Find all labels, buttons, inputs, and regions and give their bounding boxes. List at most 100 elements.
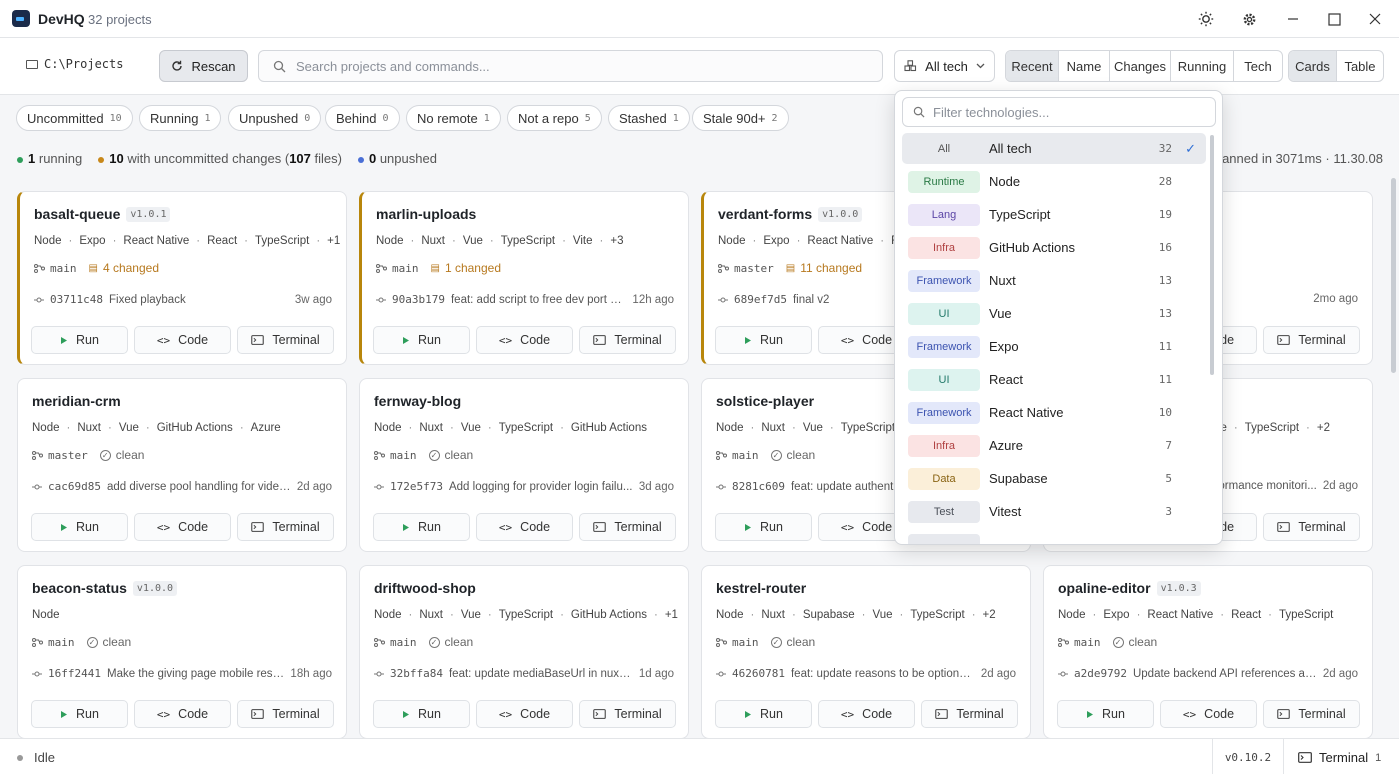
settings-gear-icon[interactable]: [1236, 6, 1262, 32]
terminal-icon: [593, 709, 607, 719]
tech-filter-box[interactable]: [902, 97, 1216, 127]
tech-option[interactable]: UI Vue 13: [902, 298, 1206, 329]
code-button[interactable]: <>Code: [476, 513, 573, 541]
project-name[interactable]: opaline-editor v1.0.3: [1058, 580, 1201, 596]
code-button[interactable]: <>Code: [134, 700, 231, 728]
chip-no-remote[interactable]: No remote 1: [406, 105, 501, 131]
run-button[interactable]: Run: [373, 700, 470, 728]
branch-icon: [32, 450, 43, 460]
project-card[interactable]: opaline-editorv1.0.3 NodeExpoReact Native…: [1043, 565, 1373, 738]
tech-option[interactable]: Infra GitHub Actions 16: [902, 232, 1206, 263]
sort-tech[interactable]: Tech: [1234, 51, 1282, 81]
terminal-button[interactable]: Terminal: [1263, 513, 1360, 541]
code-button[interactable]: <>Code: [134, 513, 231, 541]
terminal-button[interactable]: Terminal: [579, 513, 676, 541]
project-name[interactable]: kestrel-router: [716, 580, 806, 596]
code-icon: <>: [498, 333, 513, 347]
project-name[interactable]: beacon-status v1.0.0: [32, 580, 178, 596]
terminal-button[interactable]: Terminal: [1263, 326, 1360, 354]
chip-stashed[interactable]: Stashed 1: [608, 105, 690, 131]
project-card[interactable]: driftwood-shop NodeNuxtVueTypeScriptGitHu…: [359, 565, 689, 738]
chip-behind[interactable]: Behind 0: [325, 105, 400, 131]
project-name[interactable]: basalt-queue v1.0.1: [34, 206, 171, 222]
project-path[interactable]: C:\Projects: [26, 57, 123, 71]
minimize-icon[interactable]: [1280, 6, 1306, 32]
tech-option[interactable]: Framework Nuxt 13: [902, 265, 1206, 296]
terminal-button[interactable]: Terminal: [237, 700, 334, 728]
run-button[interactable]: Run: [31, 700, 128, 728]
run-button[interactable]: Run: [715, 326, 812, 354]
code-button[interactable]: <>Code: [134, 326, 231, 354]
sort-running[interactable]: Running: [1171, 51, 1234, 81]
tech-option[interactable]: UI React 11: [902, 364, 1206, 395]
tech-option[interactable]: Data Supabase 5: [902, 463, 1206, 494]
chip-unpushed[interactable]: Unpushed 0: [228, 105, 322, 131]
project-card[interactable]: kestrel-router NodeNuxtSupabaseVueTypeScr…: [701, 565, 1031, 738]
code-button[interactable]: <>Code: [476, 700, 573, 728]
project-name[interactable]: meridian-crm: [32, 393, 121, 409]
tech-option[interactable]: All All tech 32 ✓: [902, 133, 1206, 164]
rescan-button[interactable]: Rescan: [159, 50, 248, 82]
theme-toggle-sun-icon[interactable]: [1193, 6, 1219, 32]
check-circle-icon: ✓: [428, 636, 440, 648]
tech-option[interactable]: Framework Expo 11: [902, 331, 1206, 362]
project-card[interactable]: beacon-status v1.0.0 Node main ✓ clean 16ff244…: [17, 565, 347, 738]
tech-option[interactable]: Runtime Node 28: [902, 166, 1206, 197]
run-button[interactable]: Run: [715, 513, 812, 541]
tech-option[interactable]: Lang TypeScript 19: [902, 199, 1206, 230]
run-button[interactable]: Run: [1057, 700, 1154, 728]
close-icon[interactable]: [1362, 6, 1388, 32]
tech-option[interactable]: Infra Azure 7: [902, 430, 1206, 461]
search-input[interactable]: [296, 58, 856, 74]
chip-uncommitted[interactable]: Uncommitted 10: [16, 105, 133, 131]
project-name[interactable]: marlin-uploads: [376, 206, 476, 222]
tech-option-partial[interactable]: [902, 529, 1206, 544]
chip-stale[interactable]: Stale 90d+ 2: [692, 105, 789, 131]
dropdown-scrollbar[interactable]: [1210, 135, 1214, 375]
sort-recent[interactable]: Recent: [1006, 51, 1059, 81]
chip-not-a-repo[interactable]: Not a repo 5: [507, 105, 602, 131]
tech-tag: Node: [716, 609, 744, 621]
run-button[interactable]: Run: [31, 513, 128, 541]
tech-option[interactable]: Framework React Native 10: [902, 397, 1206, 428]
terminal-button[interactable]: Terminal: [579, 700, 676, 728]
project-name[interactable]: verdant-forms v1.0.0: [718, 206, 863, 222]
terminal-button[interactable]: Terminal: [1263, 700, 1360, 728]
project-card[interactable]: fernway-blog NodeNuxtVueTypeScriptGitHub …: [359, 378, 689, 552]
project-card[interactable]: meridian-crm NodeNuxtVueGitHub ActionsAzu…: [17, 378, 347, 552]
view-cards[interactable]: Cards: [1289, 51, 1337, 81]
tech-filter-dropdown[interactable]: All tech: [894, 50, 995, 82]
terminal-button[interactable]: Terminal: [237, 513, 334, 541]
project-name[interactable]: solstice-player: [716, 393, 814, 409]
tech-name: Vue: [989, 306, 1012, 321]
project-card[interactable]: marlin-uploads NodeNuxtVueTypeScriptVite+…: [359, 191, 689, 365]
commit-icon: [716, 671, 726, 676]
search-box[interactable]: [258, 50, 883, 82]
run-button[interactable]: Run: [715, 700, 812, 728]
code-button[interactable]: <>Code: [818, 700, 915, 728]
code-button[interactable]: <>Code: [476, 326, 573, 354]
tech-option[interactable]: Test Vitest 3: [902, 496, 1206, 527]
tech-tag: Node: [34, 235, 62, 247]
sort-changes[interactable]: Changes: [1110, 51, 1171, 81]
maximize-icon[interactable]: [1321, 6, 1347, 32]
view-table[interactable]: Table: [1337, 51, 1383, 81]
chip-running[interactable]: Running 1: [139, 105, 222, 131]
tech-filter-input[interactable]: [933, 104, 1203, 120]
commit-message: rformance monitori...: [1211, 480, 1317, 492]
main-scrollbar[interactable]: [1391, 178, 1396, 373]
sort-name[interactable]: Name: [1059, 51, 1110, 81]
code-button[interactable]: <>Code: [1160, 700, 1257, 728]
terminal-button[interactable]: Terminal: [579, 326, 676, 354]
run-button[interactable]: Run: [31, 326, 128, 354]
project-card[interactable]: basalt-queuev1.0.1 NodeExpoReact NativeRe…: [17, 191, 347, 365]
run-button[interactable]: Run: [373, 326, 470, 354]
commit-row: 172e5f73 Add logging for provider login f…: [374, 480, 674, 493]
branch-icon: [718, 263, 729, 273]
terminal-button[interactable]: Terminal: [237, 326, 334, 354]
terminal-button[interactable]: Terminal: [921, 700, 1018, 728]
terminal-panel-toggle[interactable]: Terminal 1: [1298, 750, 1381, 765]
run-button[interactable]: Run: [373, 513, 470, 541]
project-name[interactable]: fernway-blog: [374, 393, 461, 409]
project-name[interactable]: driftwood-shop: [374, 580, 476, 596]
